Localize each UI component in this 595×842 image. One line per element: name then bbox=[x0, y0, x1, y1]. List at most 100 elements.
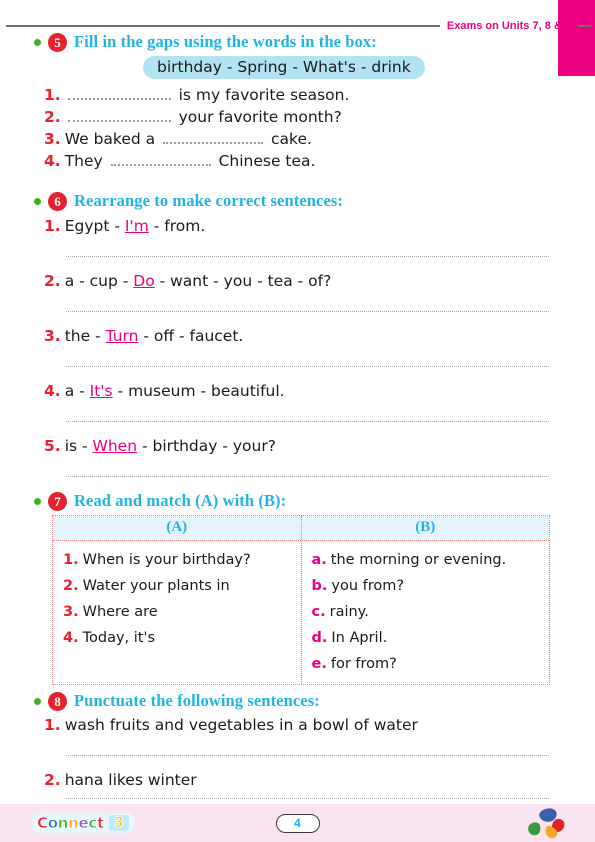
item-head: We baked a bbox=[64, 130, 156, 148]
item-key: 3. bbox=[63, 604, 79, 620]
exercise-7: 7 Read and match (A) with (B): (A) (B) 1… bbox=[0, 491, 595, 685]
logo-letter: t bbox=[96, 814, 105, 833]
table-header-column-b: (B) bbox=[415, 519, 436, 535]
item-tail: your favorite month? bbox=[178, 108, 342, 126]
item-key: d. bbox=[311, 630, 328, 646]
exercise-number-badge: 8 bbox=[48, 691, 67, 711]
item-text: for from? bbox=[330, 656, 397, 672]
logo-letter: C bbox=[37, 814, 49, 833]
item-number: 2. bbox=[44, 272, 61, 290]
exercise-6-item-1: 1. Egypt - I'm - from. bbox=[0, 217, 595, 235]
pinwheel-logo-icon bbox=[528, 808, 565, 838]
blank-input[interactable] bbox=[110, 157, 211, 166]
table-row[interactable]: e. for from? bbox=[302, 651, 550, 677]
bullet-dot-icon bbox=[34, 497, 41, 505]
table-row[interactable]: 4. Today, it's bbox=[53, 625, 301, 651]
exercise-6-item-3: 3. the - Turn - off - faucet. bbox=[0, 327, 595, 345]
header-rule-left bbox=[6, 25, 440, 27]
item-tail: - off - faucet. bbox=[138, 327, 244, 345]
item-key: e. bbox=[311, 656, 327, 672]
logo-letter: c bbox=[88, 814, 98, 833]
answer-line[interactable] bbox=[66, 798, 549, 799]
page-number-badge: 4 bbox=[275, 813, 320, 833]
item-tail: - birthday - your? bbox=[137, 437, 276, 455]
item-key: 2. bbox=[63, 578, 79, 594]
item-text: the morning or evening. bbox=[330, 552, 507, 568]
item-text: wash fruits and vegetables in a bowl of … bbox=[64, 716, 418, 734]
item-number: 1. bbox=[44, 217, 61, 235]
bullet-dot-icon bbox=[34, 38, 41, 46]
item-tail: is my favorite season. bbox=[178, 86, 350, 104]
blank-input[interactable] bbox=[163, 135, 264, 144]
exercise-5-item-2: 2. your favorite month? bbox=[0, 108, 595, 126]
exercise-7-heading: 7 Read and match (A) with (B): bbox=[0, 491, 595, 511]
exercise-8-item-2: 2. hana likes winter bbox=[0, 771, 595, 789]
item-key: 1. bbox=[63, 552, 79, 568]
exercise-6-item-5: 5. is - When - birthday - your? bbox=[0, 437, 595, 455]
item-highlight: When bbox=[92, 437, 138, 455]
blank-input[interactable] bbox=[67, 91, 171, 100]
item-text: Where are bbox=[82, 604, 158, 620]
item-key: 4. bbox=[63, 630, 79, 646]
answer-line[interactable] bbox=[66, 476, 549, 477]
item-text: When is your birthday? bbox=[82, 552, 251, 568]
exercise-5-heading: 5 Fill in the gaps using the words in th… bbox=[0, 32, 595, 52]
exercise-6-heading: 6 Rearrange to make correct sentences: bbox=[0, 191, 595, 211]
logo-letter: o bbox=[47, 814, 58, 833]
item-text: a - It's - museum - beautiful. bbox=[65, 382, 285, 400]
item-tail: Chinese tea. bbox=[218, 152, 316, 170]
item-highlight: I'm bbox=[124, 217, 149, 235]
logo-level-number: 3 bbox=[108, 815, 129, 831]
item-tail: - want - you - tea - of? bbox=[154, 272, 332, 290]
item-head: Egypt - bbox=[64, 217, 125, 235]
answer-line[interactable] bbox=[66, 755, 549, 756]
exercise-8: 8 Punctuate the following sentences: 1. … bbox=[0, 691, 595, 789]
exercise-5-item-3: 3. We baked a cake. bbox=[0, 130, 595, 148]
exercise-number-badge: 7 bbox=[48, 491, 67, 511]
header-rule-right bbox=[578, 25, 592, 27]
exercise-6: 6 Rearrange to make correct sentences: 1… bbox=[0, 191, 595, 477]
item-key: b. bbox=[311, 578, 328, 594]
table-row[interactable]: b. you from? bbox=[302, 573, 550, 599]
item-text: you from? bbox=[331, 578, 405, 594]
logo-letter: n bbox=[68, 814, 79, 833]
exercise-title: Fill in the gaps using the words in the … bbox=[74, 32, 377, 51]
table-row[interactable]: c. rainy. bbox=[302, 599, 550, 625]
item-number: 3. bbox=[44, 130, 61, 148]
item-number: 2. bbox=[44, 108, 61, 126]
item-number: 1. bbox=[44, 716, 61, 734]
word-bank-row: birthday - Spring - What's - drink bbox=[0, 56, 595, 79]
exercise-5: 5 Fill in the gaps using the words in th… bbox=[0, 32, 595, 170]
item-head: They bbox=[64, 152, 103, 170]
answer-line[interactable] bbox=[66, 421, 549, 422]
table-body: 1. When is your birthday? 2. Water your … bbox=[53, 541, 549, 684]
answer-line[interactable] bbox=[66, 256, 549, 257]
blank-input[interactable] bbox=[67, 113, 171, 122]
exercise-8-heading: 8 Punctuate the following sentences: bbox=[0, 691, 595, 711]
item-text: rainy. bbox=[329, 604, 369, 620]
item-highlight: It's bbox=[89, 382, 113, 400]
item-text: is - When - birthday - your? bbox=[65, 437, 276, 455]
table-row[interactable]: d. In April. bbox=[302, 625, 550, 651]
exercise-title: Read and match (A) with (B): bbox=[74, 491, 287, 510]
item-text: Egypt - I'm - from. bbox=[65, 217, 206, 235]
table-row[interactable]: 1. When is your birthday? bbox=[53, 547, 301, 573]
item-highlight: Do bbox=[133, 272, 155, 290]
answer-line[interactable] bbox=[66, 311, 549, 312]
table-row[interactable]: 2. Water your plants in bbox=[53, 573, 301, 599]
exercise-6-item-4: 4. a - It's - museum - beautiful. bbox=[0, 382, 595, 400]
table-header-column-a: (A) bbox=[53, 516, 302, 540]
exercise-6-item-2: 2. a - cup - Do - want - you - tea - of? bbox=[0, 272, 595, 290]
exercise-number-badge: 6 bbox=[48, 191, 67, 211]
item-text: is my favorite season. bbox=[65, 86, 350, 104]
item-number: 3. bbox=[44, 327, 61, 345]
exercise-5-item-1: 1. is my favorite season. bbox=[0, 86, 595, 104]
table-row[interactable]: a. the morning or evening. bbox=[302, 547, 550, 573]
item-text: the - Turn - off - faucet. bbox=[65, 327, 244, 345]
table-header-row: (A) (B) bbox=[53, 516, 549, 541]
item-text: In April. bbox=[331, 630, 388, 646]
answer-line[interactable] bbox=[66, 366, 549, 367]
exercise-number-badge: 5 bbox=[48, 32, 67, 52]
worksheet-content: 5 Fill in the gaps using the words in th… bbox=[0, 28, 595, 789]
table-row[interactable]: 3. Where are bbox=[53, 599, 301, 625]
